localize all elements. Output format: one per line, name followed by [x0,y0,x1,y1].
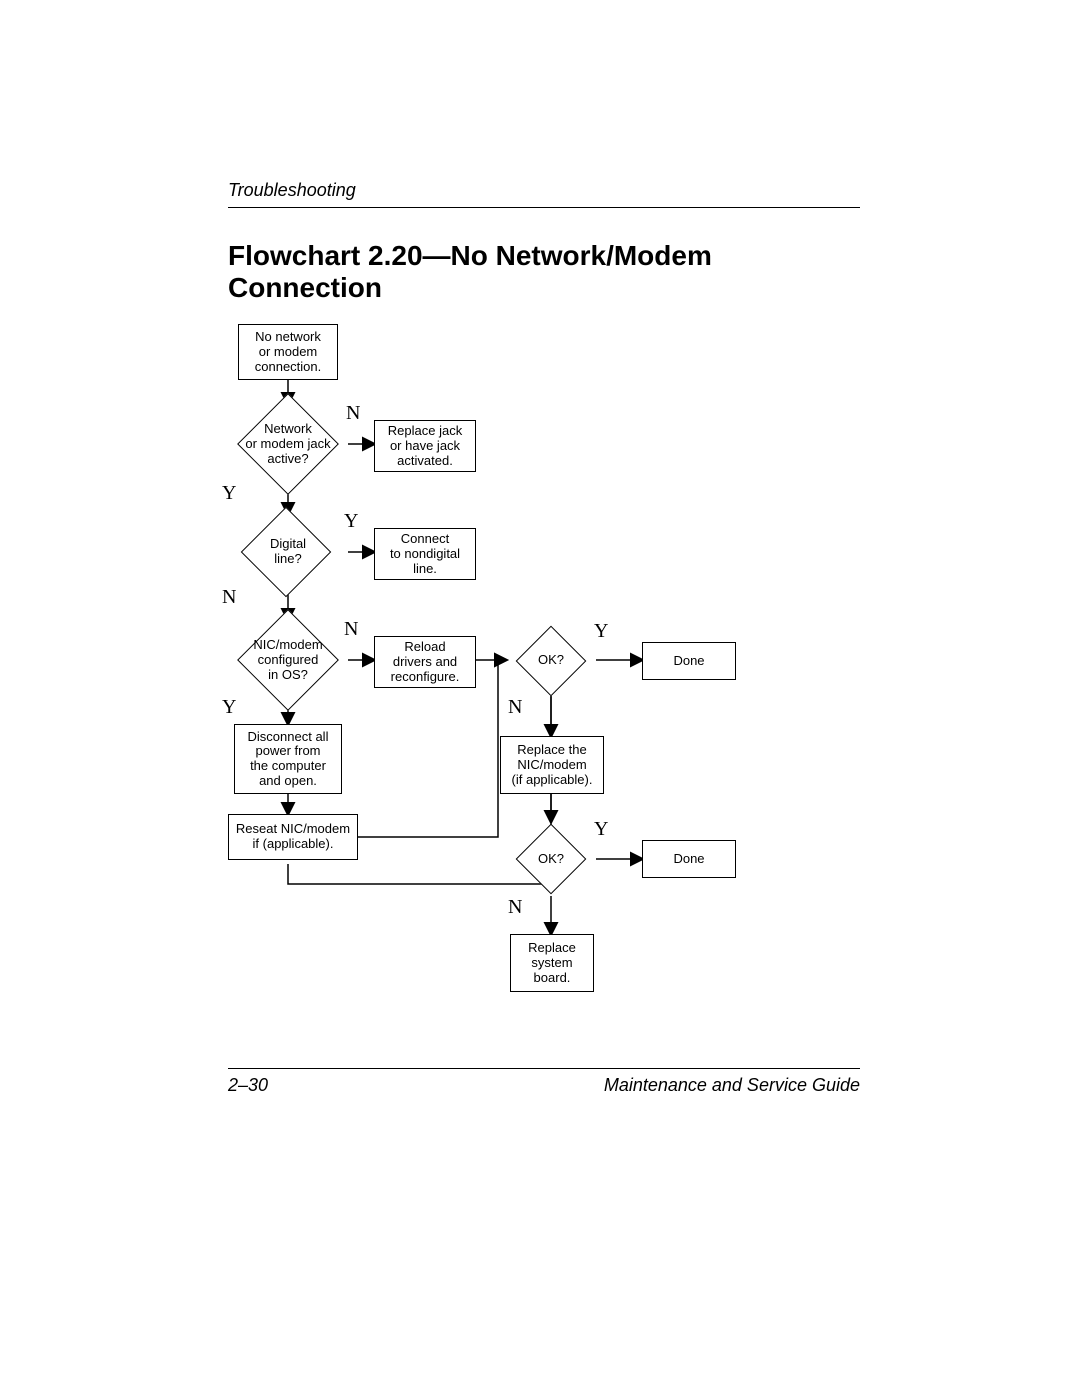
node-reload-drivers: Reloaddrivers andreconfigure. [374,636,476,688]
page-number: 2–30 [228,1075,268,1096]
node-start: No networkor modemconnection. [238,324,338,380]
label-y-ok1: Y [594,620,608,643]
node-ok1: OK? [506,624,596,696]
flowchart-area: No networkor modemconnection. Networkor … [228,324,860,1044]
label-n-1: N [346,402,360,425]
book-title: Maintenance and Service Guide [604,1075,860,1096]
label-n-ok1: N [508,696,522,719]
rule-bottom [228,1068,860,1069]
label-n-ok2: N [508,896,522,919]
label-y-1: Y [222,482,236,505]
label-y-ok2: Y [594,818,608,841]
label-y-3: Y [222,696,236,719]
rule-top [228,207,860,208]
node-configured: NIC/modemconfiguredin OS? [228,620,348,700]
node-done2: Done [642,840,736,878]
node-reseat: Reseat NIC/modemif (applicable). [228,814,358,860]
label-n-2: N [222,586,236,609]
flowchart-title: Flowchart 2.20—No Network/Modem Connecti… [228,240,860,304]
section-header: Troubleshooting [228,180,860,201]
node-jack-active: Networkor modem jackactive? [228,404,348,484]
node-disconnect: Disconnect allpower fromthe computerand … [234,724,342,794]
node-done1: Done [642,642,736,680]
node-digital-line: Digitalline? [228,514,348,590]
node-replace-board: Replacesystemboard. [510,934,594,992]
node-ok2: OK? [506,822,596,896]
label-y-2: Y [344,510,358,533]
node-connect-nondigital: Connectto nondigitalline. [374,528,476,580]
label-n-3: N [344,618,358,641]
node-replace-nic: Replace theNIC/modem(if applicable). [500,736,604,794]
node-replace-jack: Replace jackor have jackactivated. [374,420,476,472]
